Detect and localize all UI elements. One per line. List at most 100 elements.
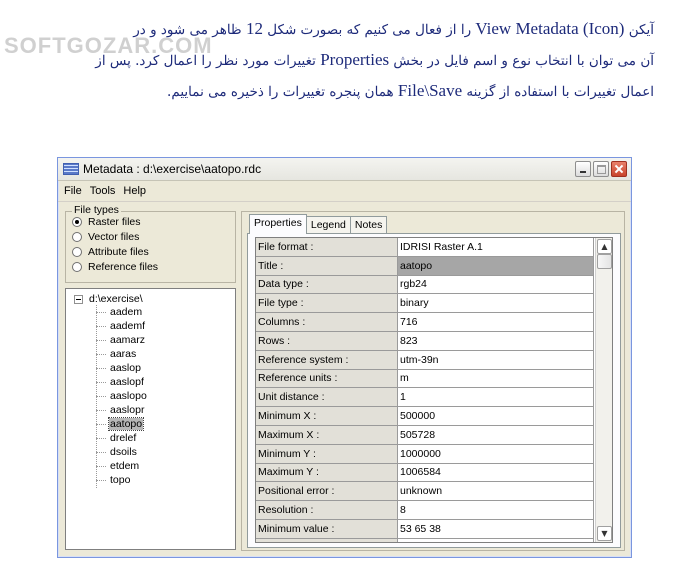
close-button[interactable] — [611, 161, 627, 177]
tree-item-label: topo — [110, 474, 131, 486]
property-value[interactable]: binary — [397, 293, 594, 314]
property-key: Minimum Y : — [256, 444, 398, 464]
properties-panel: File format : IDRISI Raster A.1 Title : aat… — [247, 233, 621, 548]
tree-item-label: aaslopr — [110, 404, 145, 416]
tree-item[interactable]: aaras — [96, 347, 137, 361]
description-line-3: اعمال تغییرات با استفاده از گزینه File\S… — [40, 76, 654, 107]
scroll-up-icon[interactable]: ▲ — [597, 239, 612, 254]
property-value[interactable]: 1006584 — [397, 463, 594, 483]
property-value[interactable]: 1 — [397, 387, 594, 408]
property-row[interactable]: Title : aatopo — [256, 256, 594, 276]
radio-button-selected[interactable] — [72, 217, 82, 227]
property-value[interactable]: 500000 — [397, 406, 594, 426]
tree-item-label: aaslopo — [110, 390, 147, 402]
property-key: Minimum X : — [256, 406, 398, 426]
collapse-icon[interactable] — [74, 294, 83, 304]
tree-item[interactable]: aaslop — [96, 361, 142, 375]
property-value[interactable]: utm-39n — [397, 350, 594, 370]
tree-item-label: aamarz — [110, 334, 146, 346]
property-row[interactable]: Rows :823 — [256, 331, 594, 351]
tree-item[interactable]: etdem — [96, 459, 140, 473]
property-row[interactable]: Resolution :8 — [256, 500, 594, 520]
property-row[interactable]: Minimum X :500000 — [256, 406, 594, 426]
property-row[interactable]: Maximum value :1 0 0 — [256, 538, 594, 542]
tab-properties[interactable]: Properties — [249, 214, 307, 234]
property-value[interactable]: 1 0 0 — [397, 538, 594, 542]
tree-root[interactable]: d:\exercise\ — [74, 293, 143, 305]
property-row[interactable]: Minimum Y :1000000 — [256, 444, 594, 464]
tree-item-label: aaras — [110, 348, 137, 360]
vertical-scrollbar[interactable]: ▲ ▼ — [595, 238, 612, 542]
property-key: File format : — [256, 238, 398, 257]
file-types-group: File types Raster files Vector files Att… — [65, 204, 236, 283]
property-row[interactable]: Unit distance :1 — [256, 387, 594, 408]
tree-item-label: aaslop — [110, 362, 141, 374]
tree-item-label: etdem — [110, 460, 140, 472]
property-value[interactable]: 53 65 38 — [397, 519, 594, 539]
property-row[interactable]: Columns :716 — [256, 312, 594, 332]
radio-attribute-files[interactable]: Attribute files — [72, 246, 149, 258]
tree-item[interactable]: aaslopf — [96, 375, 145, 389]
tree-item[interactable]: aaslopr — [96, 403, 145, 417]
tree-item-label: aadem — [110, 306, 143, 318]
property-row[interactable]: Maximum Y :1006584 — [256, 463, 594, 483]
menu-help[interactable]: Help — [121, 185, 152, 197]
tree-item-label: dsoils — [110, 446, 137, 458]
menu-tools[interactable]: Tools — [88, 185, 122, 197]
radio-vector-files[interactable]: Vector files — [72, 231, 139, 243]
property-value[interactable]: rgb24 — [397, 275, 594, 295]
property-row[interactable]: Reference units :m — [256, 369, 594, 389]
file-types-label: File types — [72, 204, 121, 216]
tree-item-selected[interactable]: aatopo — [96, 417, 145, 431]
radio-reference-files[interactable]: Reference files — [72, 261, 158, 273]
tab-strip: Properties Legend Notes — [249, 214, 388, 234]
scroll-down-icon[interactable]: ▼ — [597, 526, 612, 541]
property-value[interactable]: IDRISI Raster A.1 — [397, 238, 594, 257]
property-row[interactable]: File format : IDRISI Raster A.1 — [256, 238, 594, 257]
property-row[interactable]: Data type : rgb24 — [256, 275, 594, 295]
metadata-app-icon — [63, 163, 79, 175]
property-value[interactable]: 716 — [397, 312, 594, 332]
line3-end-text: همان پنجره تغییرات را ذخیره می نماییم. — [167, 84, 398, 100]
property-value[interactable]: 1000000 — [397, 444, 594, 464]
watermark: SOFTGOZAR.COM — [4, 33, 213, 58]
property-key: Maximum X : — [256, 425, 398, 445]
radio-label: Reference files — [88, 261, 159, 273]
property-row[interactable]: Reference system : utm-39n — [256, 350, 594, 370]
tree-item-label: aaslopf — [110, 376, 144, 388]
tree-item[interactable]: drelef — [96, 431, 137, 445]
property-value[interactable]: m — [397, 369, 594, 389]
tree-item[interactable]: dsoils — [96, 445, 138, 459]
minimize-button[interactable] — [575, 161, 591, 177]
radio-button[interactable] — [72, 262, 82, 272]
property-key: Rows : — [256, 331, 398, 351]
radio-button[interactable] — [72, 247, 82, 257]
property-row[interactable]: Maximum X :505728 — [256, 425, 594, 445]
tab-notes[interactable]: Notes — [349, 216, 388, 234]
radio-label: Raster files — [88, 216, 141, 228]
property-row[interactable]: Positional error : unknown — [256, 481, 594, 502]
tree-item[interactable]: aaslopo — [96, 389, 148, 403]
metadata-window: Metadata : d:\exercise\aatopo.rdc File T… — [57, 157, 632, 558]
tree-item[interactable]: aamarz — [96, 333, 146, 347]
maximize-button[interactable] — [593, 161, 609, 177]
property-value[interactable]: aatopo — [397, 256, 594, 276]
property-row[interactable]: File type : binary — [256, 293, 594, 314]
property-value[interactable]: 505728 — [397, 425, 594, 445]
tree-item[interactable]: aademf — [96, 319, 146, 333]
radio-raster-files[interactable]: Raster files — [72, 216, 141, 228]
tree-item[interactable]: topo — [96, 473, 131, 487]
radio-label: Vector files — [88, 231, 140, 243]
radio-button[interactable] — [72, 232, 82, 242]
property-value[interactable]: 823 — [397, 331, 594, 351]
line3-text: اعمال تغییرات با استفاده از گزینه — [462, 84, 654, 100]
property-value[interactable]: unknown — [397, 481, 594, 502]
tab-legend[interactable]: Legend — [305, 216, 351, 234]
property-row[interactable]: Minimum value :53 65 38 — [256, 519, 594, 539]
scroll-thumb[interactable] — [597, 254, 612, 269]
property-value[interactable]: 8 — [397, 500, 594, 520]
tree-root-label: d:\exercise\ — [89, 293, 143, 305]
menu-file[interactable]: File — [62, 185, 88, 197]
tree-item[interactable]: aadem — [96, 305, 143, 319]
title-bar[interactable]: Metadata : d:\exercise\aatopo.rdc — [58, 158, 631, 181]
